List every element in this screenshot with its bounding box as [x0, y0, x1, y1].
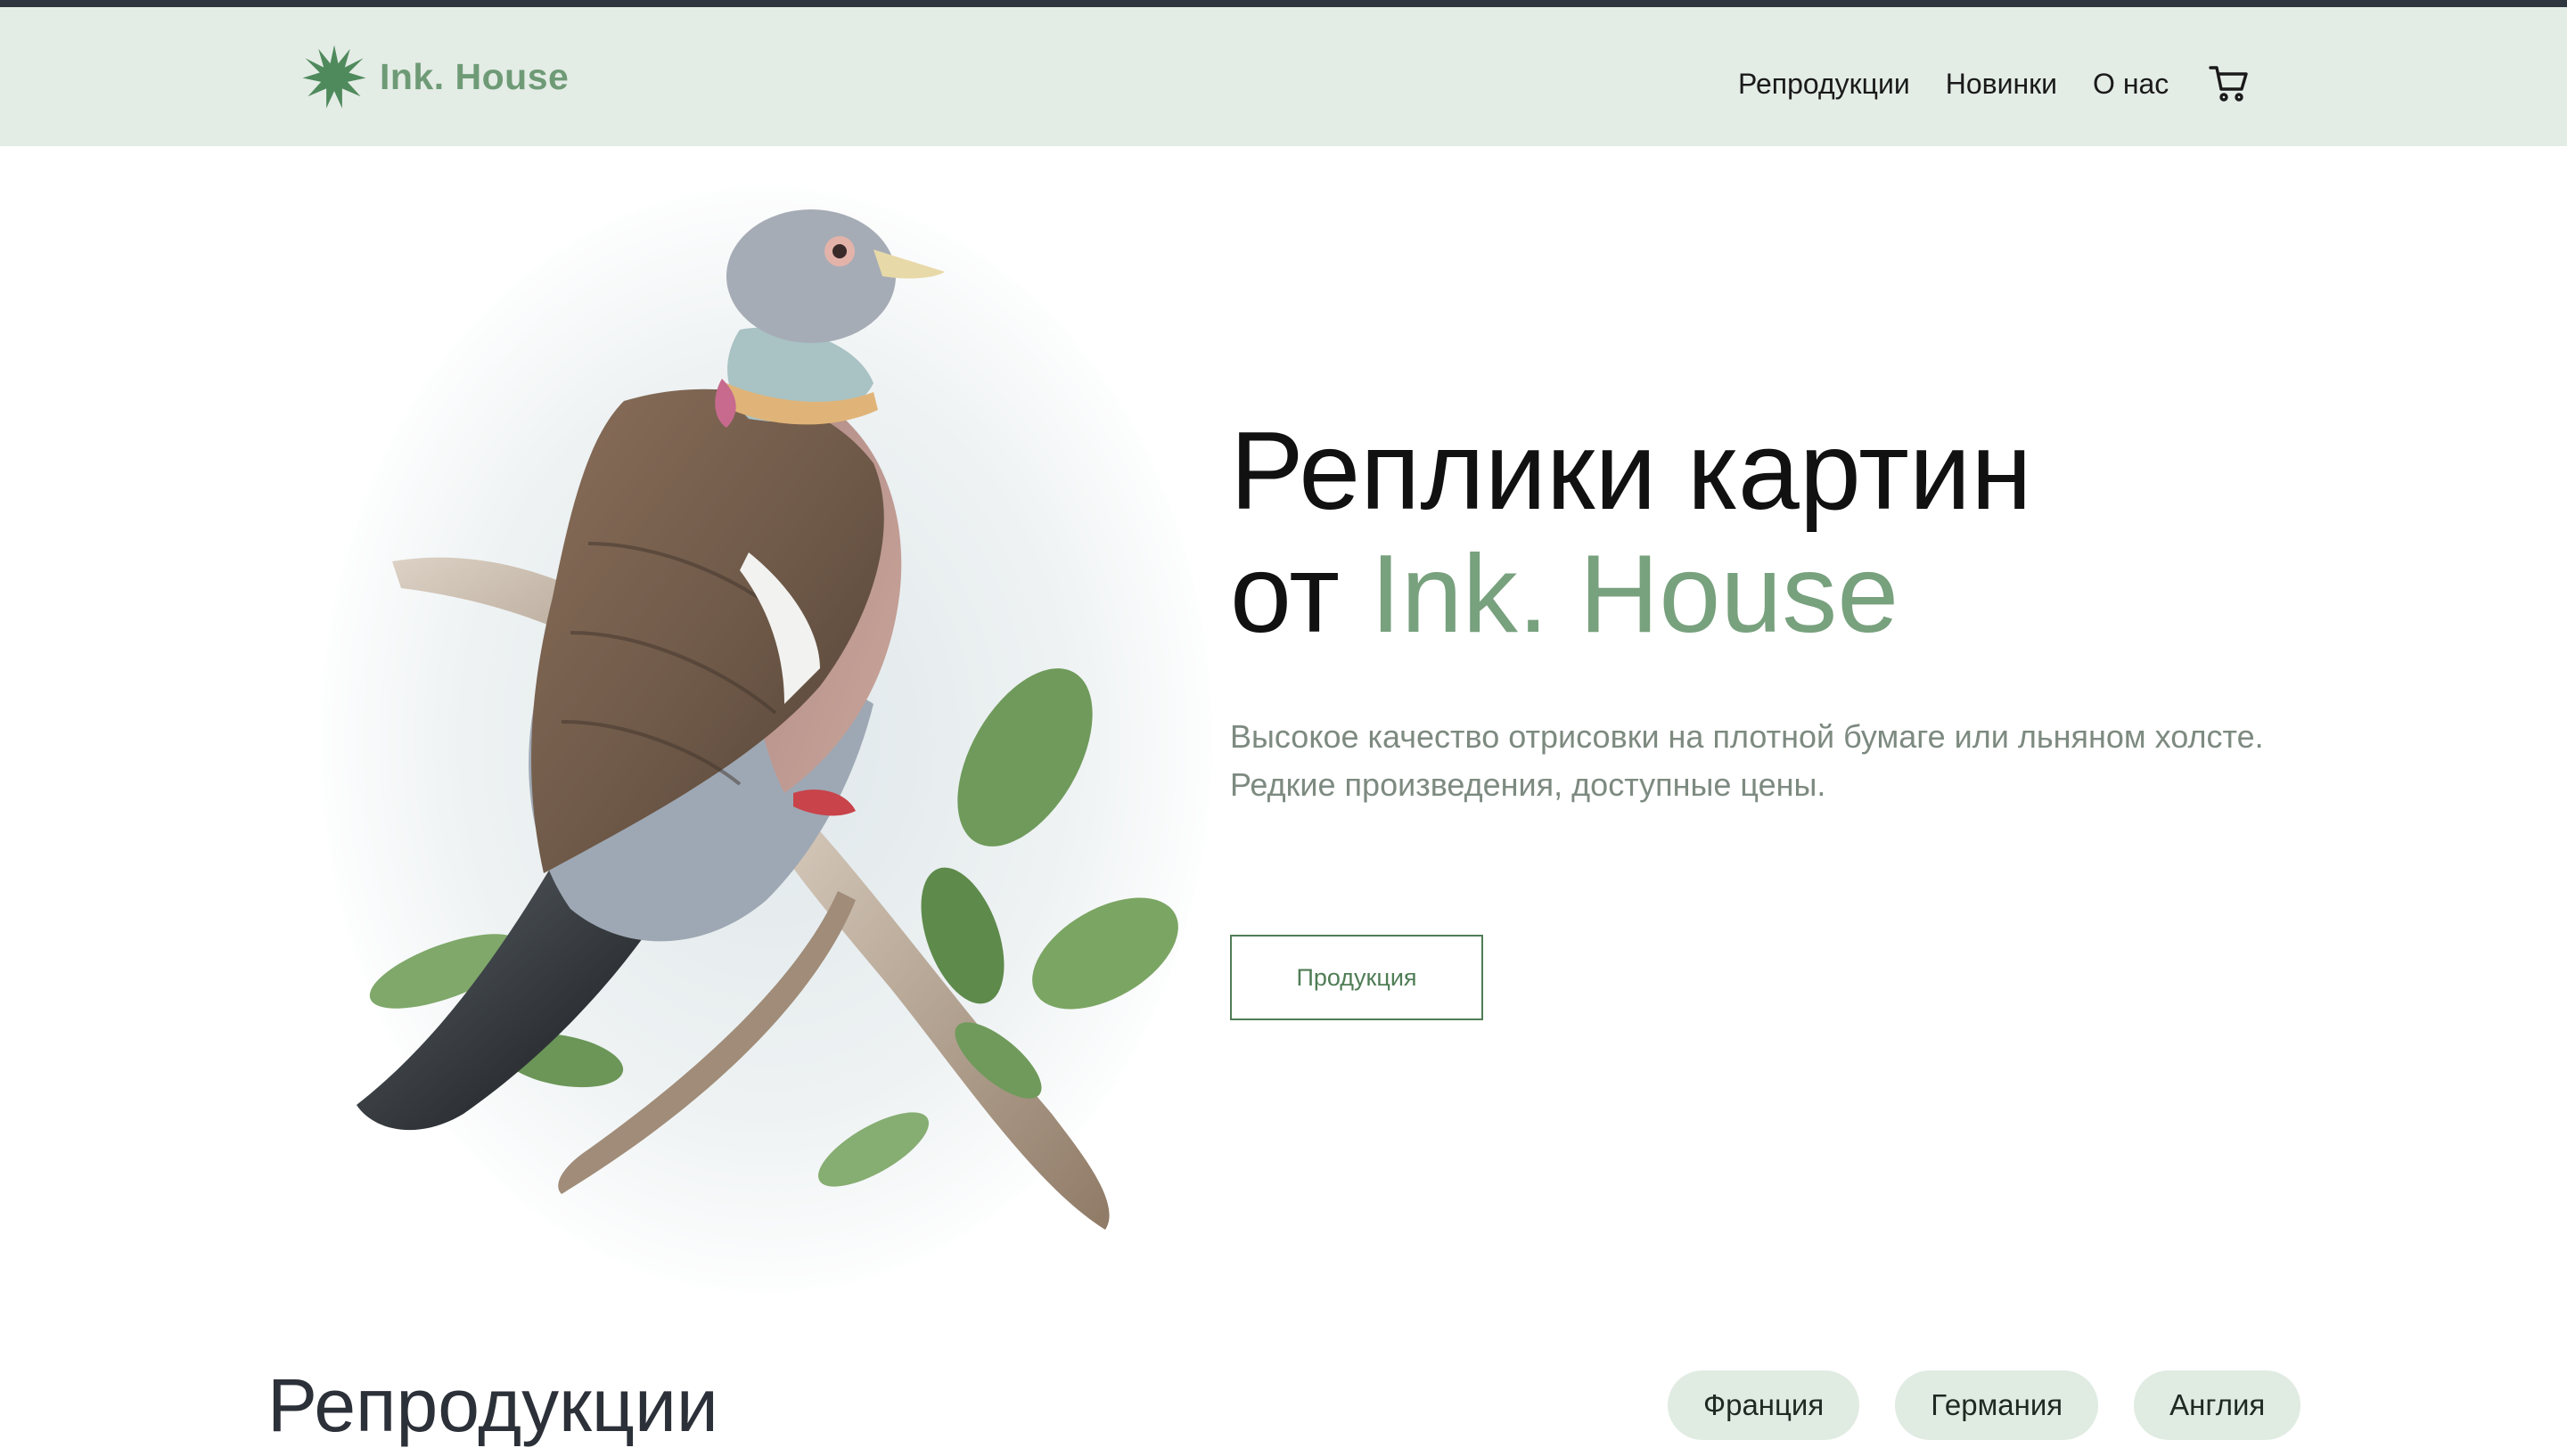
filter-chip-france[interactable]: Франция	[1668, 1370, 1860, 1440]
pigeon-illustration	[321, 187, 1212, 1292]
cart-icon[interactable]	[2208, 62, 2251, 105]
logo-link[interactable]: Ink. House	[301, 43, 569, 110]
hero-title-line1: Реплики картин	[1230, 410, 2032, 533]
hero-subtitle-line1: Высокое качество отрисовки на плотной бу…	[1230, 718, 2264, 755]
top-strip	[0, 0, 2567, 7]
nav-item-about[interactable]: О нас	[2093, 57, 2169, 110]
nav-item-new[interactable]: Новинки	[1946, 57, 2057, 110]
hero-subtitle-line2: Редкие произведения, доступные цены.	[1230, 766, 1826, 803]
hero-subtitle: Высокое качество отрисовки на плотной бу…	[1230, 713, 2389, 809]
hero-title-line2: от Ink. House	[1230, 533, 2389, 656]
hero-title: Реплики картин от Ink. House	[1230, 410, 2389, 656]
hero-title-prefix: от	[1230, 533, 1341, 656]
country-filters: Франция Германия Англия	[1668, 1370, 2301, 1440]
section-title: Репродукции	[267, 1363, 718, 1447]
filter-chip-england[interactable]: Англия	[2134, 1370, 2301, 1440]
hero-title-accent: Ink. House	[1370, 533, 1899, 656]
main-nav: Репродукции Новинки О нас	[1738, 57, 2251, 110]
filter-chip-germany[interactable]: Германия	[1895, 1370, 2099, 1440]
site-header: Ink. House Репродукции Новинки О нас	[0, 7, 2567, 146]
logo-text: Ink. House	[380, 55, 570, 97]
logo-star-icon	[302, 45, 366, 109]
products-button[interactable]: Продукция	[1230, 935, 1483, 1020]
nav-item-reproductions[interactable]: Репродукции	[1738, 57, 1910, 110]
